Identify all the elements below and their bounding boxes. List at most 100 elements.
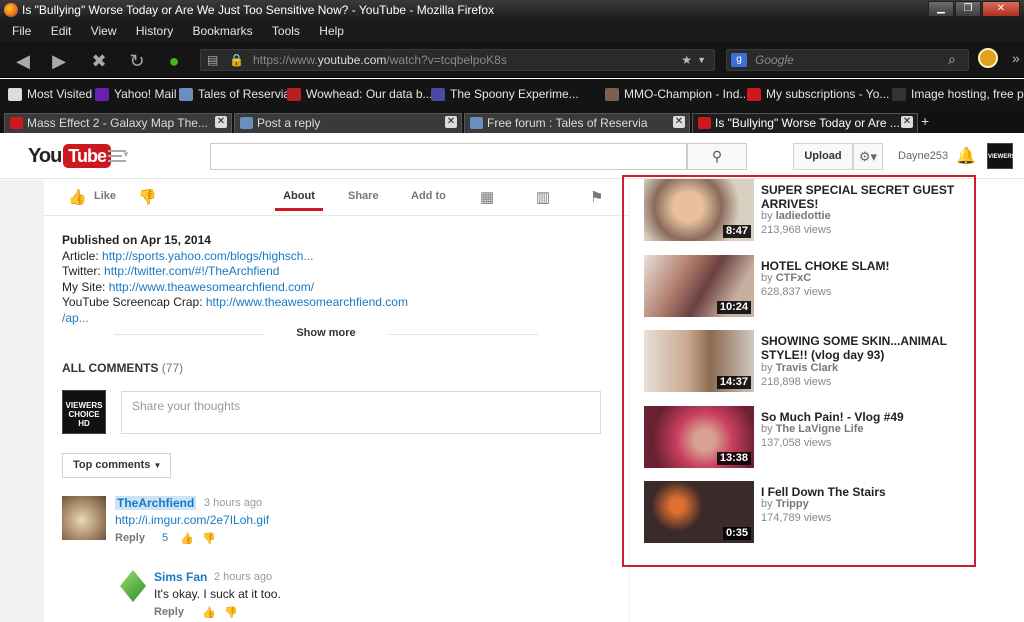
bookmark-image-hosting[interactable]: Image hosting, free p... bbox=[892, 79, 1024, 109]
download-icon[interactable] bbox=[978, 48, 998, 68]
show-more-button[interactable]: Show more bbox=[114, 327, 538, 341]
like-button[interactable]: Like bbox=[94, 190, 116, 202]
tab-bullying-video[interactable]: Is "Bullying" Worse Today or Are ... ✕ bbox=[692, 113, 918, 133]
bookmark-wowhead[interactable]: Wowhead: Our data b... bbox=[287, 79, 433, 109]
tab-post-a-reply[interactable]: Post a reply ✕ bbox=[234, 113, 462, 133]
close-tab-icon[interactable]: ✕ bbox=[445, 116, 457, 128]
menu-bookmarks[interactable]: Bookmarks bbox=[193, 24, 253, 38]
commenter-avatar[interactable] bbox=[62, 496, 106, 540]
guide-chevron-icon[interactable]: ▼ bbox=[122, 150, 130, 159]
bookmark-mmo-champion[interactable]: MMO-Champion - Ind... bbox=[605, 79, 749, 109]
video-thumbnail[interactable]: 0:35 bbox=[644, 481, 754, 543]
menu-view[interactable]: View bbox=[91, 24, 117, 38]
username[interactable]: Dayne253 bbox=[898, 150, 948, 162]
sims-plumbob-avatar[interactable] bbox=[120, 570, 146, 602]
menu-history[interactable]: History bbox=[136, 24, 173, 38]
tab-label: Post a reply bbox=[257, 116, 321, 130]
video-title[interactable]: I Fell Down The Stairs bbox=[761, 485, 961, 499]
bookmark-yahoo-mail[interactable]: Yahoo! Mail bbox=[95, 79, 176, 109]
transcript-icon[interactable]: ▦ bbox=[480, 188, 494, 206]
youtube-search-input[interactable] bbox=[210, 143, 687, 170]
avatar-line: HD bbox=[78, 419, 90, 428]
comment-author[interactable]: TheArchfiend bbox=[115, 496, 197, 510]
video-thumbnail[interactable]: 14:37 bbox=[644, 330, 754, 392]
comments-count: (77) bbox=[161, 361, 184, 375]
related-video[interactable]: 14:37 SHOWING SOME SKIN...ANIMAL STYLE!!… bbox=[644, 330, 964, 392]
url-dropdown-icon[interactable]: ▼ bbox=[697, 50, 706, 70]
reply-button[interactable]: Reply bbox=[115, 532, 145, 544]
search-bar[interactable]: g Google bbox=[726, 49, 969, 71]
google-icon[interactable]: g bbox=[731, 53, 747, 67]
related-video[interactable]: 13:38 So Much Pain! - Vlog #49 by The La… bbox=[644, 406, 964, 468]
site-link[interactable]: http://www.theawesomearchfiend.com/ bbox=[109, 280, 314, 294]
video-title[interactable]: SUPER SPECIAL SECRET GUEST ARRIVES! bbox=[761, 183, 961, 211]
overflow-chevron-icon[interactable]: » bbox=[1012, 50, 1020, 66]
video-channel[interactable]: CTFxC bbox=[776, 272, 811, 284]
notification-bell-icon[interactable]: 🔔 bbox=[956, 146, 976, 166]
video-title[interactable]: HOTEL CHOKE SLAM! bbox=[761, 259, 961, 273]
bookmark-tales-of-reservia[interactable]: Tales of Reservia bbox=[179, 79, 290, 109]
close-window-icon[interactable]: ✕ bbox=[982, 1, 1020, 17]
statistics-icon[interactable]: ▥ bbox=[536, 188, 550, 206]
comment-input[interactable]: Share your thoughts bbox=[121, 391, 601, 434]
search-icon[interactable]: ⌕ bbox=[948, 51, 956, 68]
youtube-search-button[interactable]: ⚲ bbox=[687, 143, 747, 170]
tab-share[interactable]: Share bbox=[348, 190, 379, 202]
back-arrow-icon[interactable]: ◀ bbox=[12, 50, 34, 72]
video-channel[interactable]: The LaVigne Life bbox=[776, 423, 864, 435]
video-channel[interactable]: Travis Clark bbox=[776, 362, 838, 374]
thumbs-down-icon[interactable]: 👎 bbox=[202, 532, 216, 545]
upload-button[interactable]: Upload bbox=[793, 143, 853, 170]
related-video[interactable]: 8:47 SUPER SPECIAL SECRET GUEST ARRIVES!… bbox=[644, 179, 964, 241]
twitter-link[interactable]: http://twitter.com/#!/TheArchfiend bbox=[104, 264, 279, 278]
comment-link[interactable]: http://i.imgur.com/2e7ILoh.gif bbox=[115, 513, 269, 527]
tab-add-to[interactable]: Add to bbox=[411, 190, 446, 202]
youtube-logo[interactable]: You Tube bbox=[28, 143, 111, 169]
video-title[interactable]: So Much Pain! - Vlog #49 bbox=[761, 410, 961, 424]
article-link[interactable]: http://sports.yahoo.com/blogs/highsch... bbox=[102, 249, 313, 263]
tab-free-forum[interactable]: Free forum : Tales of Reservia ✕ bbox=[464, 113, 690, 133]
bookmark-spoony[interactable]: The Spoony Experime... bbox=[431, 79, 579, 109]
menu-file[interactable]: File bbox=[12, 24, 31, 38]
menu-tools[interactable]: Tools bbox=[272, 24, 300, 38]
screencap-link[interactable]: http://www.theawesomearchfiend.com bbox=[206, 295, 408, 309]
tab-mass-effect[interactable]: Mass Effect 2 - Galaxy Map The... ✕ bbox=[4, 113, 232, 133]
bookmark-star-icon[interactable]: ★ bbox=[681, 50, 692, 70]
comment-author[interactable]: Sims Fan bbox=[154, 570, 207, 584]
address-bar[interactable]: ▤ 🔒 https://www.youtube.com/watch?v=tcqb… bbox=[200, 49, 715, 71]
close-tab-icon[interactable]: ✕ bbox=[901, 116, 913, 128]
close-tab-icon[interactable]: ✕ bbox=[673, 116, 685, 128]
sort-comments-dropdown[interactable]: Top comments ▼ bbox=[62, 453, 171, 478]
menu-edit[interactable]: Edit bbox=[51, 24, 72, 38]
video-channel[interactable]: Trippy bbox=[776, 498, 809, 510]
overflow-link[interactable]: /ap... bbox=[62, 311, 89, 325]
settings-gear-icon[interactable]: ⚙▾ bbox=[853, 143, 883, 170]
video-title[interactable]: SHOWING SOME SKIN...ANIMAL STYLE!! (vlog… bbox=[761, 334, 961, 362]
video-thumbnail[interactable]: 10:24 bbox=[644, 255, 754, 317]
bookmark-most-visited[interactable]: Most Visited bbox=[8, 79, 92, 109]
tab-about[interactable]: About bbox=[275, 190, 323, 211]
thumbs-up-icon[interactable]: 👍 bbox=[68, 188, 87, 206]
bookmark-my-subscriptions[interactable]: My subscriptions - Yo... bbox=[747, 79, 889, 109]
restore-icon[interactable]: ❐ bbox=[955, 1, 981, 17]
video-thumbnail[interactable]: 8:47 bbox=[644, 179, 754, 241]
thumbs-up-icon[interactable]: 👍 bbox=[202, 606, 216, 619]
thumbs-down-icon[interactable]: 👎 bbox=[224, 606, 238, 619]
video-thumbnail[interactable]: 13:38 bbox=[644, 406, 754, 468]
user-avatar[interactable]: VIEWERS CHOICE bbox=[987, 143, 1016, 186]
thumbs-up-icon[interactable]: 👍 bbox=[180, 532, 194, 545]
reply-button[interactable]: Reply bbox=[154, 606, 184, 618]
video-channel[interactable]: ladiedottie bbox=[776, 210, 831, 222]
stop-icon[interactable]: ✖ bbox=[88, 50, 110, 72]
thumbs-down-icon[interactable]: 👎 bbox=[138, 188, 157, 206]
reload-icon[interactable]: ↻ bbox=[126, 50, 148, 72]
new-tab-icon[interactable]: + bbox=[921, 113, 929, 129]
related-video[interactable]: 10:24 HOTEL CHOKE SLAM! by CTFxC 628,837… bbox=[644, 255, 964, 317]
addon-eye-icon[interactable]: ● bbox=[163, 50, 185, 72]
forward-arrow-icon[interactable]: ▶ bbox=[48, 50, 70, 72]
report-flag-icon[interactable]: ⚑ bbox=[590, 188, 603, 206]
related-video[interactable]: 0:35 I Fell Down The Stairs by Trippy 17… bbox=[644, 481, 964, 543]
minimize-icon[interactable]: ▁ bbox=[928, 1, 954, 17]
close-tab-icon[interactable]: ✕ bbox=[215, 116, 227, 128]
menu-help[interactable]: Help bbox=[319, 24, 344, 38]
